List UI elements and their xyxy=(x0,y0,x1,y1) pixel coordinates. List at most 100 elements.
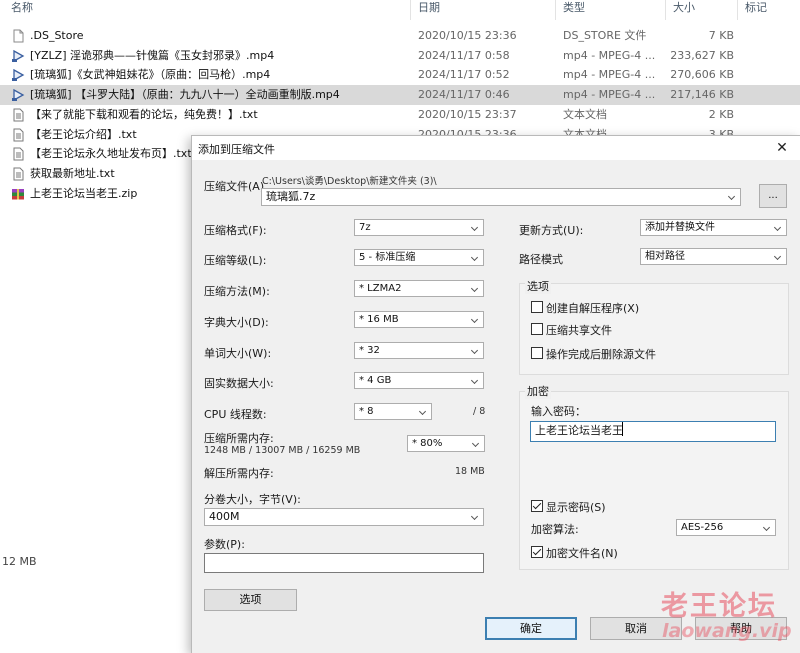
chevron-down-icon[interactable] xyxy=(469,343,481,358)
video-file-icon xyxy=(11,68,25,82)
file-row[interactable]: 【来了就能下载和观看的论坛，纯免费！】.txt 2020/10/15 23:37 文… xyxy=(0,105,800,125)
file-size: 217,146 KB xyxy=(670,88,734,102)
file-size: 270,606 KB xyxy=(670,68,734,82)
memory-usage-combo[interactable]: * 80% xyxy=(407,435,485,452)
memory-label: 压缩所需内存: xyxy=(204,432,274,445)
column-divider[interactable] xyxy=(737,0,738,20)
password-input[interactable]: 上老王论坛当老王 xyxy=(530,421,776,442)
chevron-down-icon[interactable] xyxy=(726,189,738,204)
level-label: 压缩等级(L): xyxy=(204,254,267,267)
memory-detail: 1248 MB / 13007 MB / 16259 MB xyxy=(204,445,361,456)
update-mode-combo[interactable]: 添加并替换文件 xyxy=(640,219,787,236)
file-row[interactable]: [琉璃狐]《女武神姐妹花》（原曲：回马枪）.mp4 2024/11/17 0:52… xyxy=(0,65,800,85)
chevron-down-icon[interactable] xyxy=(772,249,784,264)
encryption-method-combo[interactable]: AES-256 xyxy=(676,519,776,536)
archive-label: 压缩文件(A) xyxy=(204,180,265,193)
text-file-icon xyxy=(11,147,25,161)
column-header-size[interactable]: 大小 xyxy=(673,0,695,20)
file-row[interactable]: [YZLZ] 淫诡邪典——针傀篇《玉女封邪录》.mp4 2024/11/17 0:… xyxy=(0,46,800,66)
ok-button[interactable]: 确定 xyxy=(485,617,577,640)
compress-shared-label[interactable]: 压缩共享文件 xyxy=(546,322,612,338)
file-date: 2020/10/15 23:37 xyxy=(418,107,517,121)
format-combo[interactable]: 7z xyxy=(354,219,484,236)
text-file-icon xyxy=(11,128,25,142)
file-date: 2020/10/15 23:36 xyxy=(418,29,517,42)
chevron-down-icon[interactable] xyxy=(469,373,481,388)
dialog-titlebar[interactable]: 添加到压缩文件 ✕ xyxy=(192,136,800,160)
watermark-logo: 老王论坛 xyxy=(661,591,777,622)
file-date: 2024/11/17 0:58 xyxy=(418,48,510,62)
add-to-archive-dialog: 添加到压缩文件 ✕ 压缩文件(A) C:\Users\谈勇\Desktop\新建… xyxy=(191,135,800,653)
column-divider[interactable] xyxy=(665,0,666,20)
chevron-down-icon[interactable] xyxy=(469,281,481,296)
word-size-combo[interactable]: * 32 xyxy=(354,342,484,359)
cpu-threads-label: CPU 线程数: xyxy=(204,408,267,421)
file-type: DS_STORE 文件 xyxy=(563,29,647,42)
text-file-icon xyxy=(11,108,25,122)
chevron-down-icon[interactable] xyxy=(469,250,481,265)
chevron-down-icon[interactable] xyxy=(772,220,784,235)
create-sfx-label[interactable]: 创建自解压程序(X) xyxy=(546,300,639,316)
file-type: mp4 - MPEG-4 ... xyxy=(563,68,656,82)
parameters-input[interactable] xyxy=(204,553,484,573)
file-name: 【老王论坛介绍】.txt xyxy=(30,127,137,141)
chevron-down-icon[interactable] xyxy=(469,509,481,524)
method-label: 压缩方法(M): xyxy=(204,285,270,298)
chevron-down-icon[interactable] xyxy=(470,436,482,451)
text-file-icon xyxy=(11,167,25,181)
level-value: 5 - 标准压缩 xyxy=(359,252,416,263)
column-header-tags[interactable]: 标记 xyxy=(745,0,767,20)
column-header-date[interactable]: 日期 xyxy=(418,0,440,20)
file-size: 233,627 KB xyxy=(670,48,734,62)
file-name: 获取最新地址.txt xyxy=(30,166,115,180)
encrypt-filenames-checkbox[interactable] xyxy=(531,546,543,558)
browse-button[interactable]: ... xyxy=(759,184,787,208)
watermark-url: laowang.vip xyxy=(662,620,792,642)
solid-block-label: 固实数据大小: xyxy=(204,377,274,390)
encrypt-filenames-label[interactable]: 加密文件名(N) xyxy=(546,545,618,561)
file-date: 2024/11/17 0:52 xyxy=(418,68,510,82)
archive-name-value: 琉璃狐.7z xyxy=(266,190,316,203)
file-type: mp4 - MPEG-4 ... xyxy=(563,88,656,102)
chevron-down-icon[interactable] xyxy=(469,220,481,235)
update-mode-label: 更新方式(U): xyxy=(519,224,584,237)
chevron-down-icon[interactable] xyxy=(761,520,773,535)
column-header-type[interactable]: 类型 xyxy=(563,0,585,20)
method-combo[interactable]: * LZMA2 xyxy=(354,280,484,297)
create-sfx-checkbox[interactable] xyxy=(531,301,543,313)
cpu-threads-value: * 8 xyxy=(359,406,374,417)
dictionary-combo[interactable]: * 16 MB xyxy=(354,311,484,328)
file-type: 文本文档 xyxy=(563,107,607,121)
chevron-down-icon[interactable] xyxy=(417,404,429,419)
zip-archive-icon xyxy=(11,187,25,201)
volume-size-combo[interactable]: 400M xyxy=(204,508,484,526)
solid-block-combo[interactable]: * 4 GB xyxy=(354,372,484,389)
format-value: 7z xyxy=(359,222,371,233)
column-divider[interactable] xyxy=(555,0,556,20)
file-name: .DS_Store xyxy=(30,29,84,42)
file-row[interactable]: .DS_Store 2020/10/15 23:36 DS_STORE 文件 7 KB xyxy=(0,26,800,46)
archive-name-combo[interactable]: 琉璃狐.7z xyxy=(261,188,741,206)
volume-size-label: 分卷大小，字节(V): xyxy=(204,493,301,506)
encryption-method-label: 加密算法: xyxy=(531,523,579,536)
password-label: 输入密码： xyxy=(531,405,586,418)
method-value: * LZMA2 xyxy=(359,283,402,294)
show-password-checkbox[interactable] xyxy=(531,500,543,512)
delete-after-label[interactable]: 操作完成后删除源文件 xyxy=(546,346,656,362)
level-combo[interactable]: 5 - 标准压缩 xyxy=(354,249,484,266)
path-mode-combo[interactable]: 相对路径 xyxy=(640,248,787,265)
encryption-method-value: AES-256 xyxy=(681,522,724,533)
show-password-label[interactable]: 显示密码(S) xyxy=(546,499,606,515)
options-button[interactable]: 选项 xyxy=(204,589,297,611)
delete-after-checkbox[interactable] xyxy=(531,347,543,359)
compress-shared-checkbox[interactable] xyxy=(531,323,543,335)
cpu-threads-combo[interactable]: * 8 xyxy=(354,403,432,420)
file-date: 2024/11/17 0:46 xyxy=(418,88,510,102)
file-row[interactable]: [琉璃狐] 【斗罗大陆】（原曲：九九八十一）全动画重制版.mp4 2024/11/… xyxy=(0,85,800,106)
column-header-name[interactable]: 名称 xyxy=(11,0,33,20)
close-icon[interactable]: ✕ xyxy=(772,138,792,158)
file-type: mp4 - MPEG-4 ... xyxy=(563,48,656,62)
chevron-down-icon[interactable] xyxy=(469,312,481,327)
column-divider[interactable] xyxy=(410,0,411,20)
status-selection-size: 12 MB xyxy=(2,555,37,568)
